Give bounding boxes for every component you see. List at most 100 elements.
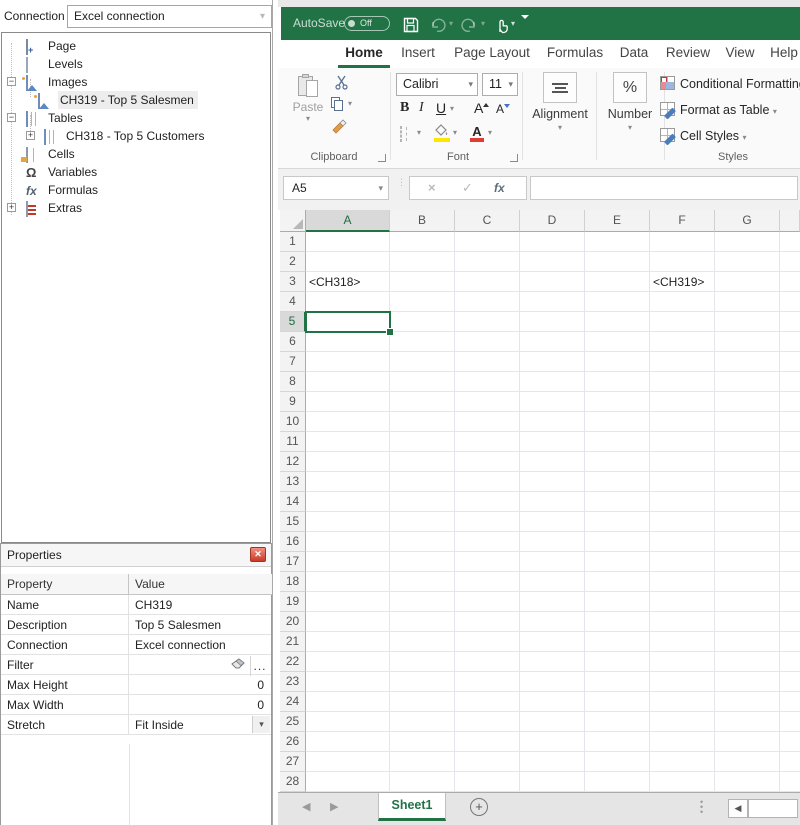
row-header-25[interactable]: 25 — [280, 712, 306, 732]
row-header-16[interactable]: 16 — [280, 532, 306, 552]
row-header-9[interactable]: 9 — [280, 392, 306, 412]
autosave-toggle[interactable]: Off — [344, 16, 390, 31]
formula-input[interactable] — [530, 176, 798, 200]
font-name-dropdown[interactable]: Calibri ▾ — [396, 73, 478, 96]
row-header-18[interactable]: 18 — [280, 572, 306, 592]
tab-home[interactable]: Home — [338, 40, 390, 68]
fill-handle[interactable] — [386, 328, 394, 336]
fill-color-dropdown-icon[interactable]: ▾ — [453, 128, 457, 137]
format-as-table-button[interactable]: Format as Table ▾ — [660, 101, 777, 119]
borders-button[interactable] — [400, 127, 402, 141]
bold-button[interactable]: B — [400, 100, 409, 116]
column-header-a[interactable]: A — [306, 210, 390, 232]
expand-icon[interactable]: + — [26, 131, 35, 140]
selected-cell-outline[interactable] — [305, 311, 391, 333]
tree-item-formulas[interactable]: fxFormulas — [2, 181, 270, 199]
borders-dropdown-icon[interactable]: ▾ — [417, 128, 421, 137]
copy-dropdown-icon[interactable]: ▾ — [348, 99, 352, 108]
row-header-19[interactable]: 19 — [280, 592, 306, 612]
name-box[interactable]: A5 ▾ — [283, 176, 389, 200]
row-header-14[interactable]: 14 — [280, 492, 306, 512]
cell-a3[interactable]: <CH318> — [309, 272, 360, 292]
italic-button[interactable]: I — [419, 100, 424, 116]
underline-dropdown-icon[interactable]: ▾ — [450, 104, 454, 113]
property-value[interactable]: Top 5 Salesmen — [129, 615, 270, 634]
close-icon[interactable]: ✕ — [250, 547, 266, 562]
tree-item-images[interactable]: −Images — [2, 73, 270, 91]
column-header-d[interactable]: D — [520, 210, 585, 232]
row-header-28[interactable]: 28 — [280, 772, 306, 792]
fill-color-button[interactable] — [434, 124, 450, 142]
cell-styles-button[interactable]: Cell Styles ▾ — [660, 127, 747, 145]
font-dialog-launcher-icon[interactable] — [510, 154, 518, 162]
column-header-c[interactable]: C — [455, 210, 520, 232]
column-header-partial[interactable] — [780, 210, 800, 232]
row-header-7[interactable]: 7 — [280, 352, 306, 372]
tab-insert[interactable]: Insert — [396, 40, 440, 65]
font-color-button[interactable]: A — [470, 124, 484, 142]
tab-view[interactable]: View — [719, 40, 761, 65]
column-header-f[interactable]: F — [650, 210, 715, 232]
tab-data[interactable]: Data — [612, 40, 656, 65]
property-value[interactable]: CH319 — [129, 595, 270, 614]
scroll-left-icon[interactable]: ◀ — [728, 799, 748, 818]
row-header-11[interactable]: 11 — [280, 432, 306, 452]
font-color-dropdown-icon[interactable]: ▾ — [488, 128, 492, 137]
cell-f3[interactable]: <CH319> — [653, 272, 704, 292]
add-sheet-icon[interactable]: + — [470, 798, 488, 816]
column-header-e[interactable]: E — [585, 210, 650, 232]
touch-mode-dropdown-icon[interactable]: ▾ — [511, 7, 515, 40]
previous-sheet-icon[interactable]: ◀ — [302, 793, 310, 821]
row-header-27[interactable]: 27 — [280, 752, 306, 772]
next-sheet-icon[interactable]: ▶ — [330, 793, 338, 821]
undo-dropdown-icon[interactable]: ▾ — [449, 7, 453, 40]
property-value[interactable]: Excel connection — [129, 635, 270, 654]
panel-divider[interactable] — [272, 0, 273, 825]
horizontal-scrollbar[interactable] — [748, 799, 798, 818]
clear-filter-icon[interactable] — [228, 656, 250, 676]
tree-item-page[interactable]: +Page — [2, 37, 270, 55]
row-header-3[interactable]: 3 — [280, 272, 306, 292]
row-header-21[interactable]: 21 — [280, 632, 306, 652]
row-header-15[interactable]: 15 — [280, 512, 306, 532]
row-header-1[interactable]: 1 — [280, 232, 306, 252]
insert-function-icon[interactable]: fx — [494, 177, 505, 199]
cancel-icon[interactable]: × — [428, 177, 436, 199]
tree-item-ch319-top-5-salesmen[interactable]: CH319 - Top 5 Salesmen — [2, 91, 270, 109]
decrease-font-size-button[interactable]: A — [496, 102, 510, 116]
collapse-icon[interactable]: − — [7, 77, 16, 86]
row-header-4[interactable]: 4 — [280, 292, 306, 312]
row-header-8[interactable]: 8 — [280, 372, 306, 392]
tab-review[interactable]: Review — [661, 40, 715, 65]
tree-item-cells[interactable]: Cells — [2, 145, 270, 163]
cut-icon[interactable] — [334, 75, 349, 93]
row-header-20[interactable]: 20 — [280, 612, 306, 632]
property-value[interactable]: 0 — [129, 695, 270, 714]
font-size-dropdown[interactable]: 11 ▾ — [482, 73, 518, 96]
row-header-26[interactable]: 26 — [280, 732, 306, 752]
clipboard-dialog-launcher-icon[interactable] — [378, 154, 386, 162]
filter-ellipsis-button[interactable]: ... — [250, 656, 269, 676]
stretch-dropdown-icon[interactable]: ▾ — [252, 716, 270, 733]
row-header-17[interactable]: 17 — [280, 552, 306, 572]
save-icon[interactable] — [402, 14, 420, 32]
tab-help[interactable]: Help — [764, 40, 800, 65]
row-header-6[interactable]: 6 — [280, 332, 306, 352]
customize-quick-access-icon[interactable] — [521, 19, 531, 33]
row-header-5[interactable]: 5 — [280, 312, 306, 332]
paste-button[interactable]: Paste ▾ — [288, 72, 328, 146]
connection-dropdown[interactable]: Excel connection ▾ — [67, 5, 272, 28]
sheet-bar-grip[interactable]: ••• — [700, 800, 703, 815]
conditional-formatting-button[interactable]: Conditional Formatting — [660, 75, 800, 93]
number-button[interactable]: % Number ▾ — [598, 72, 662, 132]
property-value[interactable]: 0 — [129, 675, 270, 694]
select-all-button[interactable] — [280, 210, 306, 232]
row-header-10[interactable]: 10 — [280, 412, 306, 432]
tree-item-variables[interactable]: ΩVariables — [2, 163, 270, 181]
enter-icon[interactable]: ✓ — [462, 177, 473, 199]
collapse-icon[interactable]: − — [7, 113, 16, 122]
tree-item-extras[interactable]: +Extras — [2, 199, 270, 217]
format-painter-icon[interactable] — [331, 118, 347, 137]
row-header-24[interactable]: 24 — [280, 692, 306, 712]
row-header-23[interactable]: 23 — [280, 672, 306, 692]
